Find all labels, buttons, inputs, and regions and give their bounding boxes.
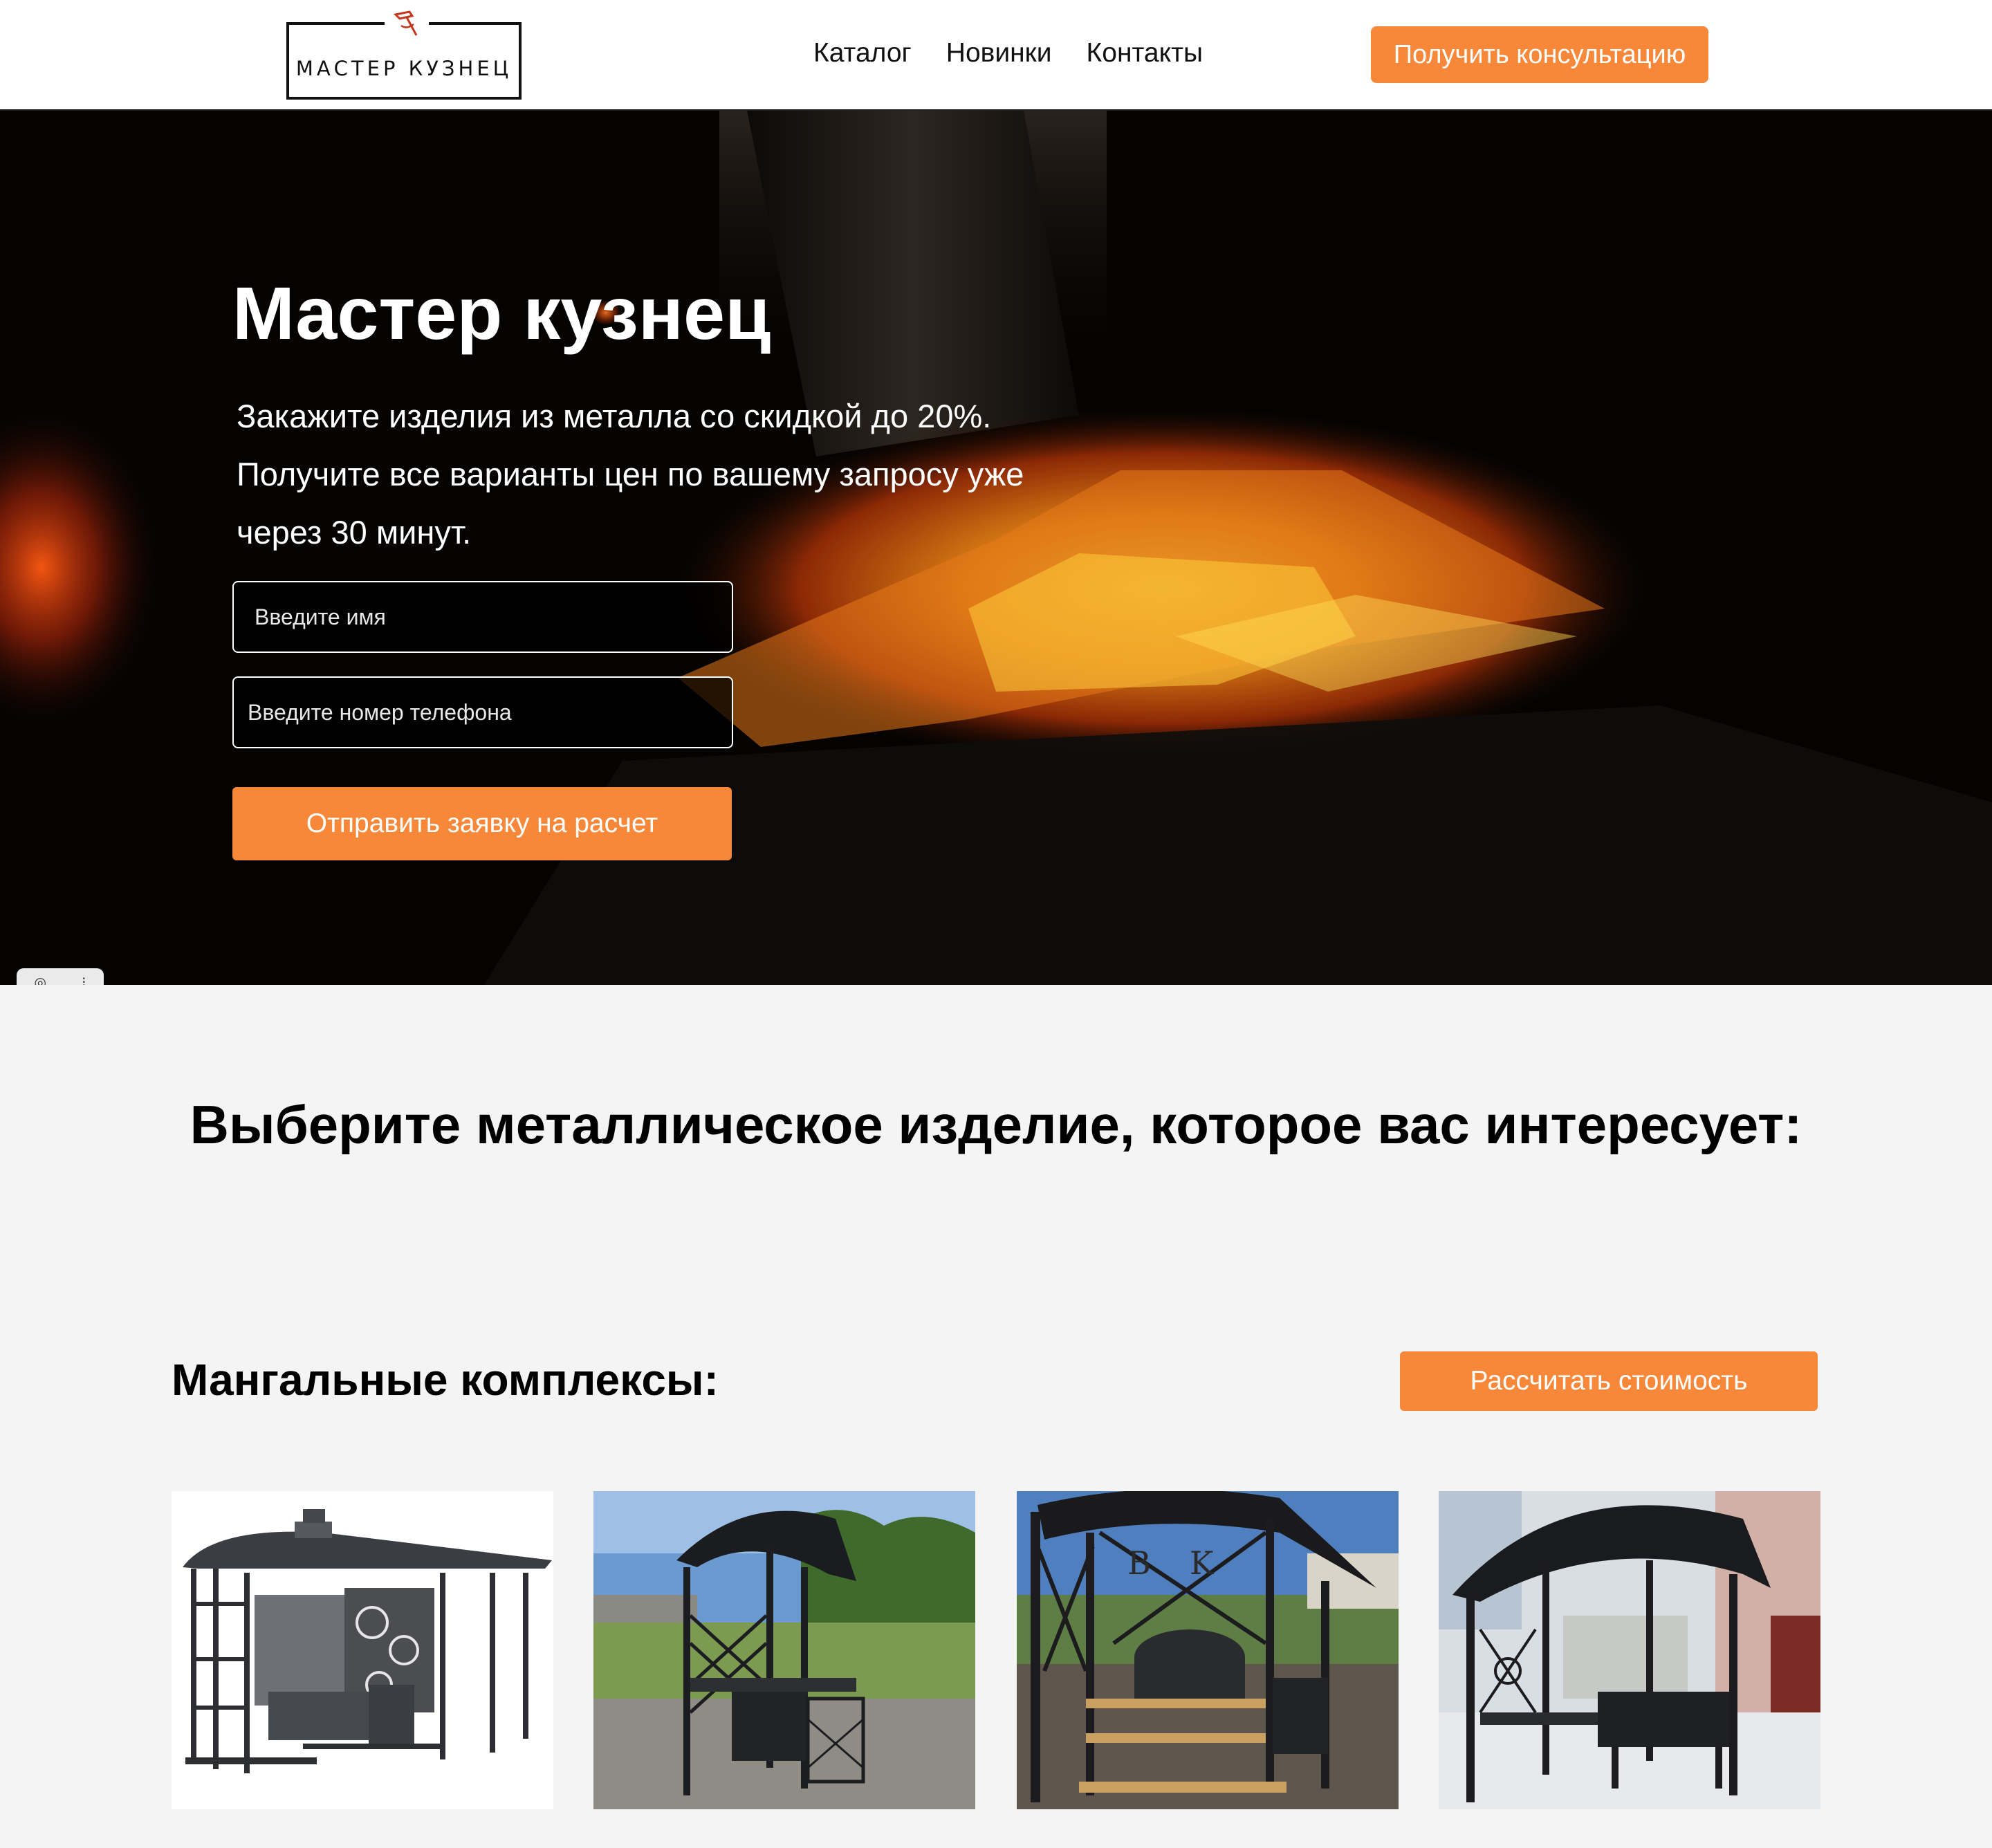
phone-input-placeholder: Введите номер телефона (248, 699, 512, 725)
hero-subtitle-line: Получите все варианты цен по вашему запр… (237, 456, 1024, 492)
svg-text:K: K (1190, 1544, 1215, 1582)
svg-text:B: B (1127, 1544, 1151, 1582)
name-input-placeholder: Введите имя (255, 604, 386, 629)
nav-link-new[interactable]: Новинки (946, 36, 1052, 71)
calculate-price-button[interactable]: Рассчитать стоимость (1400, 1351, 1818, 1411)
catalog-title: Выберите металлическое изделие, которое … (190, 1094, 1802, 1155)
nav-link-catalog[interactable]: Каталог (813, 36, 912, 71)
product-image-1 (172, 1491, 553, 1809)
main-nav: Каталог Новинки Контакты (813, 36, 1203, 71)
hero-subtitle-line: через 30 минут. (237, 514, 472, 551)
site-header: МАСТЕР КУЗНЕЦ Каталог Новинки Контакты П… (0, 0, 1992, 111)
hero-title: Мастер кузнец (232, 271, 771, 355)
product-card-1[interactable] (172, 1491, 553, 1809)
logo[interactable]: МАСТЕР КУЗНЕЦ (286, 7, 522, 100)
phone-input[interactable]: Введите номер телефона (232, 676, 733, 748)
hero-subtitle-line: Закажите изделия из металла со скидкой д… (237, 398, 992, 434)
product-card-2[interactable] (593, 1491, 975, 1809)
product-image-2 (593, 1491, 975, 1809)
name-input[interactable]: Введите имя (232, 581, 733, 653)
product-card-4[interactable] (1439, 1491, 1820, 1809)
submit-request-button[interactable]: Отправить заявку на расчет (232, 787, 732, 860)
product-image-4 (1439, 1491, 1820, 1809)
product-image-3: B K (1017, 1491, 1399, 1809)
info-icon: ⁝ (82, 975, 86, 985)
section-title-bbq: Мангальные комплексы: (172, 1355, 719, 1405)
hero-subtitle: Закажите изделия из металла со скидкой д… (237, 387, 1108, 562)
nav-link-contacts[interactable]: Контакты (1087, 36, 1203, 71)
logo-text: МАСТЕР КУЗНЕЦ (295, 57, 513, 80)
floating-widget-tab[interactable]: ◎ ⁝ (17, 968, 104, 985)
get-consultation-button[interactable]: Получить консультацию (1371, 26, 1708, 83)
product-card-3[interactable]: B K (1017, 1491, 1399, 1809)
hammer-icon (385, 7, 429, 41)
eye-icon: ◎ (34, 975, 46, 985)
hero-section: Мастер кузнец Закажите изделия из металл… (0, 111, 1992, 985)
